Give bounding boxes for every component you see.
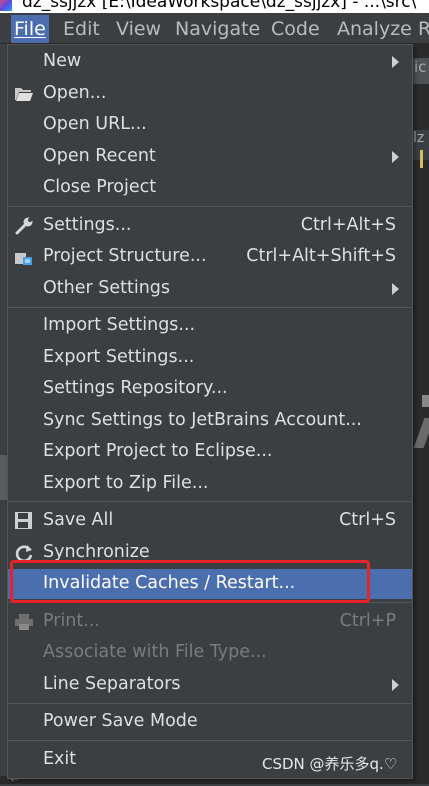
menu-item-sync-settings[interactable]: Sync Settings to JetBrains Account... bbox=[8, 406, 412, 436]
menu-item-shortcut: Ctrl+Alt+Shift+S bbox=[246, 246, 396, 266]
menu-item-new[interactable]: New bbox=[8, 47, 412, 77]
save-icon bbox=[14, 512, 34, 530]
menu-item-label: Synchronize bbox=[43, 542, 150, 562]
folder-open-icon bbox=[14, 85, 34, 103]
menu-item-label: Associate with File Type... bbox=[43, 642, 267, 662]
menu-item-label: Export Settings... bbox=[43, 347, 195, 367]
menu-item-label: Export Project to Eclipse... bbox=[43, 441, 273, 461]
menu-item-label: Settings... bbox=[43, 215, 132, 235]
menu-item-settings[interactable]: Settings... Ctrl+Alt+S bbox=[8, 211, 412, 241]
menu-file[interactable]: File bbox=[11, 15, 49, 43]
menu-separator bbox=[8, 501, 412, 502]
menu-item-label: Print... bbox=[43, 611, 100, 631]
menu-view[interactable]: View bbox=[113, 15, 164, 43]
menu-item-label: Other Settings bbox=[43, 278, 171, 298]
highlight-annotation-box bbox=[10, 560, 370, 603]
menu-item-shortcut: Ctrl+P bbox=[339, 611, 396, 631]
menu-item-label: Project Structure... bbox=[43, 246, 207, 266]
menu-item-label: Open URL... bbox=[43, 114, 147, 134]
submenu-arrow-icon bbox=[392, 283, 399, 295]
menu-item-other-settings[interactable]: Other Settings bbox=[8, 274, 412, 304]
menu-separator bbox=[8, 307, 412, 308]
menu-edit[interactable]: Edit bbox=[60, 15, 103, 43]
menu-item-power-save-mode[interactable]: Power Save Mode bbox=[8, 707, 412, 737]
menu-item-print[interactable]: Print... Ctrl+P bbox=[8, 607, 412, 637]
menu-item-label: Sync Settings to JetBrains Account... bbox=[43, 410, 362, 430]
menu-item-label: Exit bbox=[43, 749, 77, 769]
submenu-arrow-icon bbox=[392, 56, 399, 68]
menu-item-label: Open... bbox=[43, 83, 107, 103]
menu-code[interactable]: Code bbox=[268, 15, 323, 43]
menu-refactor-cropped[interactable]: R bbox=[415, 15, 429, 43]
submenu-arrow-icon bbox=[392, 679, 399, 691]
background-marker bbox=[420, 150, 423, 168]
menu-item-save-all[interactable]: Save All Ctrl+S bbox=[8, 506, 412, 536]
menu-item-open[interactable]: Open... bbox=[8, 79, 412, 109]
submenu-arrow-icon bbox=[392, 151, 399, 163]
menu-item-project-structure[interactable]: Project Structure... Ctrl+Alt+Shift+S bbox=[8, 242, 412, 272]
menu-item-associate-file-type[interactable]: Associate with File Type... bbox=[8, 638, 412, 668]
project-structure-icon bbox=[14, 248, 34, 266]
menu-item-label: Export to Zip File... bbox=[43, 473, 209, 493]
menu-item-label: Import Settings... bbox=[43, 315, 196, 335]
menu-item-label: New bbox=[43, 51, 82, 71]
window-title-bar: dz_ssjjzx [E:\IdeaWorkspace\dz_ssjjzx] -… bbox=[0, 0, 429, 13]
menu-item-label: Open Recent bbox=[43, 146, 156, 166]
menu-item-label: Line Separators bbox=[43, 674, 181, 694]
menu-separator bbox=[8, 703, 412, 704]
background-editor-left bbox=[0, 44, 7, 784]
menu-item-label: Save All bbox=[43, 510, 114, 530]
menu-item-line-separators[interactable]: Line Separators bbox=[8, 670, 412, 700]
printer-icon bbox=[14, 613, 34, 631]
menu-item-import-settings[interactable]: Import Settings... bbox=[8, 311, 412, 341]
menu-item-settings-repository[interactable]: Settings Repository... bbox=[8, 374, 412, 404]
menu-item-label: Power Save Mode bbox=[43, 711, 198, 731]
background-marker bbox=[422, 395, 429, 407]
intellij-app-icon bbox=[0, 0, 12, 11]
menu-item-label: Close Project bbox=[43, 177, 157, 197]
window-title: dz_ssjjzx [E:\IdeaWorkspace\dz_ssjjzx] -… bbox=[22, 0, 417, 12]
menu-separator bbox=[8, 740, 412, 741]
wrench-icon bbox=[14, 217, 34, 235]
menu-item-open-url[interactable]: Open URL... bbox=[8, 110, 412, 140]
menu-navigate[interactable]: Navigate bbox=[172, 15, 263, 43]
menu-item-shortcut: Ctrl+Alt+S bbox=[300, 215, 396, 235]
background-editor-tab[interactable]: ic bbox=[413, 58, 429, 84]
menu-item-shortcut: Ctrl+S bbox=[339, 510, 396, 530]
menu-bar: File Edit View Navigate Code Analyze R bbox=[0, 13, 429, 44]
menu-item-export-eclipse[interactable]: Export Project to Eclipse... bbox=[8, 437, 412, 467]
background-scroll-strip bbox=[0, 455, 7, 500]
menu-analyze[interactable]: Analyze bbox=[334, 15, 415, 43]
menu-item-close-project[interactable]: Close Project bbox=[8, 173, 412, 203]
csdn-watermark: CSDN @养乐多q.♡ bbox=[262, 755, 398, 773]
menu-item-export-settings[interactable]: Export Settings... bbox=[8, 343, 412, 373]
menu-separator bbox=[8, 206, 412, 207]
menu-item-open-recent[interactable]: Open Recent bbox=[8, 142, 412, 172]
file-menu-dropdown: New Open... Open URL... Open Recent Clos… bbox=[7, 44, 413, 779]
menu-item-label: Settings Repository... bbox=[43, 378, 228, 398]
menu-item-export-zip[interactable]: Export to Zip File... bbox=[8, 469, 412, 499]
